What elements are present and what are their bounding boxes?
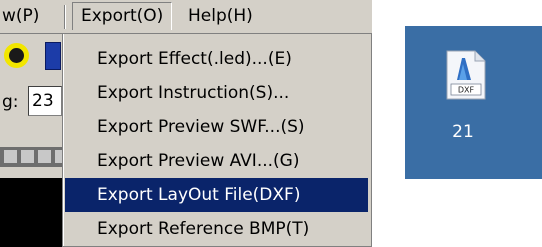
menu-item-export-effect[interactable]: Export Effect(.led)...(E) — [65, 42, 368, 76]
canvas-area — [0, 178, 62, 247]
dxf-badge-text: DXF — [458, 86, 475, 95]
circle-tool-icon[interactable] — [4, 43, 29, 68]
segment-block — [21, 150, 34, 163]
field-label: g: — [2, 92, 19, 112]
segment-block — [4, 150, 17, 163]
menu-item-export-layout-file[interactable]: Export LayOut File(DXF) — [65, 178, 368, 212]
export-dropdown-menu: Export Effect(.led)...(E) Export Instruc… — [62, 34, 372, 247]
desktop-background: DXF 21 — [405, 26, 542, 179]
menu-export[interactable]: Export(O) — [72, 2, 173, 30]
segment-block — [55, 150, 62, 163]
menu-help[interactable]: Help(H) — [188, 3, 253, 30]
menubar-separator — [64, 5, 66, 29]
menu-view[interactable]: w(P) — [2, 3, 39, 30]
menu-item-export-reference-bmp[interactable]: Export Reference BMP(T) — [65, 212, 368, 246]
menu-item-export-preview-swf[interactable]: Export Preview SWF...(S) — [65, 110, 368, 144]
segment-block — [38, 150, 51, 163]
number-input[interactable]: 23 — [28, 86, 62, 116]
menu-item-export-preview-avi[interactable]: Export Preview AVI...(G) — [65, 144, 368, 178]
file-name-label[interactable]: 21 — [405, 122, 521, 142]
toolbar-icon[interactable] — [45, 42, 61, 70]
dxf-file-icon[interactable]: DXF — [445, 50, 487, 100]
menu-bar: w(P) Export(O) Help(H) — [0, 0, 372, 34]
menu-item-export-instruction[interactable]: Export Instruction(S)... — [65, 76, 368, 110]
segment-strip — [0, 147, 62, 167]
